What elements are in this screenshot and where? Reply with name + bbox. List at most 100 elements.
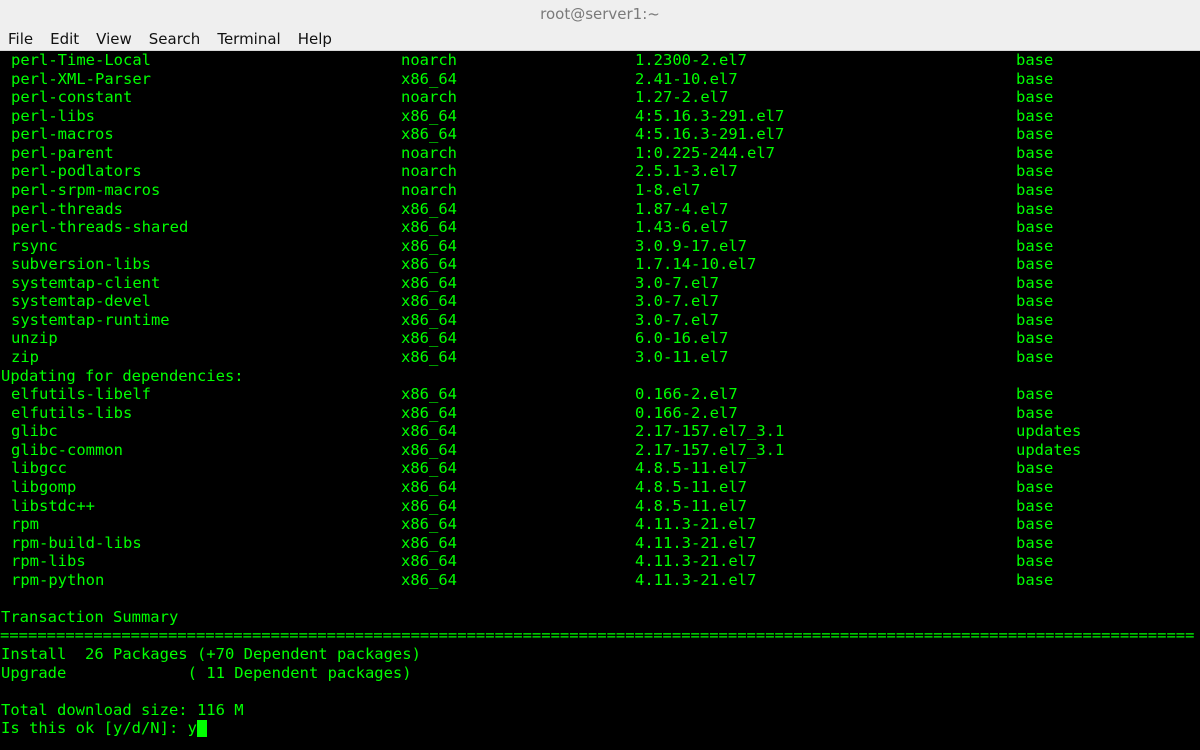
package-repo: base xyxy=(1016,385,1054,404)
package-row: perl-Time-Local noarch 1.2300-2.el7 base xyxy=(0,51,1200,70)
package-row: systemtap-client x86_64 3.0-7.el7 base xyxy=(0,274,1200,293)
package-row: glibc-common x86_64 2.17-157.el7_3.1 update… xyxy=(0,441,1200,460)
package-repo: base xyxy=(1016,459,1054,478)
package-row: glibc x86_64 2.17-157.el7_3.1 updates xyxy=(0,422,1200,441)
package-name: perl-parent xyxy=(11,143,114,162)
menu-search[interactable]: Search xyxy=(149,30,201,48)
package-arch: x86_64 xyxy=(401,236,457,255)
menu-view[interactable]: View xyxy=(96,30,132,48)
package-name: rpm-libs xyxy=(11,552,86,571)
package-version: 1-8.el7 xyxy=(635,180,701,199)
package-version: 1.27-2.el7 xyxy=(635,88,729,107)
package-row: subversion-libs x86_64 1.7.14-10.el7 base xyxy=(0,255,1200,274)
package-version: 4:5.16.3-291.el7 xyxy=(635,125,785,144)
package-repo: base xyxy=(1016,218,1054,237)
package-row: elfutils-libs x86_64 0.166-2.el7 base xyxy=(0,404,1200,423)
package-arch: x86_64 xyxy=(401,273,457,292)
upgrade-line: Upgrade ( 11 Dependent packages) xyxy=(0,664,1200,683)
package-name: elfutils-libelf xyxy=(11,385,151,404)
package-name: perl-libs xyxy=(11,106,95,125)
package-row: rpm-libs x86_64 4.11.3-21.el7 base xyxy=(0,552,1200,571)
package-arch: x86_64 xyxy=(401,292,457,311)
package-row: libgcc x86_64 4.8.5-11.el7 base xyxy=(0,459,1200,478)
package-repo: updates xyxy=(1016,440,1082,459)
package-arch: x86_64 xyxy=(401,385,457,404)
package-arch: x86_64 xyxy=(401,477,457,496)
package-repo: base xyxy=(1016,273,1054,292)
menu-terminal[interactable]: Terminal xyxy=(217,30,280,48)
menu-file[interactable]: File xyxy=(8,30,33,48)
package-version: 2.5.1-3.el7 xyxy=(635,162,738,181)
package-repo: base xyxy=(1016,403,1054,422)
package-repo: base xyxy=(1016,329,1054,348)
package-row: libstdc++ x86_64 4.8.5-11.el7 base xyxy=(0,497,1200,516)
package-version: 4.8.5-11.el7 xyxy=(635,477,747,496)
package-repo: base xyxy=(1016,125,1054,144)
package-version: 1.2300-2.el7 xyxy=(635,51,747,69)
package-name: unzip xyxy=(11,329,58,348)
package-repo: base xyxy=(1016,515,1054,534)
package-row: perl-srpm-macros noarch 1-8.el7 base xyxy=(0,181,1200,200)
package-repo: updates xyxy=(1016,422,1082,441)
menu-bar: File Edit View Search Terminal Help xyxy=(0,28,1200,51)
package-arch: x86_64 xyxy=(401,533,457,552)
package-row: zip x86_64 3.0-11.el7 base xyxy=(0,348,1200,367)
terminal-output[interactable]: perl-Time-Local noarch 1.2300-2.el7 base per… xyxy=(0,51,1200,750)
package-name: rpm-python xyxy=(11,570,105,589)
package-arch: x86_64 xyxy=(401,125,457,144)
package-version: 4.11.3-21.el7 xyxy=(635,515,757,534)
section-header-line: Updating for dependencies: xyxy=(0,367,1200,386)
package-arch: x86_64 xyxy=(401,106,457,125)
package-repo: base xyxy=(1016,533,1054,552)
package-version: 2.17-157.el7_3.1 xyxy=(635,440,785,459)
package-name: perl-XML-Parser xyxy=(11,69,151,88)
package-name: libgomp xyxy=(11,477,77,496)
window-title: root@server1:~ xyxy=(540,5,660,23)
package-repo: base xyxy=(1016,496,1054,515)
package-repo: base xyxy=(1016,292,1054,311)
package-row: perl-constant noarch 1.27-2.el7 base xyxy=(0,88,1200,107)
package-arch: x86_64 xyxy=(401,570,457,589)
upgrade-summary: Upgrade ( 11 Dependent packages) xyxy=(1,663,412,682)
package-arch: x86_64 xyxy=(401,459,457,478)
package-name: glibc xyxy=(11,422,58,441)
package-arch: x86_64 xyxy=(401,422,457,441)
package-arch: x86_64 xyxy=(401,69,457,88)
package-version: 0.166-2.el7 xyxy=(635,385,738,404)
package-arch: x86_64 xyxy=(401,348,457,366)
package-row: perl-threads-shared x86_64 1.43-6.el7 base xyxy=(0,218,1200,237)
package-row: perl-threads x86_64 1.87-4.el7 base xyxy=(0,200,1200,219)
package-arch: x86_64 xyxy=(401,440,457,459)
package-version: 1:0.225-244.el7 xyxy=(635,143,775,162)
package-name: libstdc++ xyxy=(11,496,95,515)
package-version: 4.11.3-21.el7 xyxy=(635,533,757,552)
summary-title: Transaction Summary xyxy=(1,607,179,626)
package-version: 1.7.14-10.el7 xyxy=(635,255,757,274)
package-name: libgcc xyxy=(11,459,67,478)
package-version: 4.11.3-21.el7 xyxy=(635,570,757,589)
separator-line: ========================================… xyxy=(0,626,1200,645)
prompt-input[interactable]: y xyxy=(188,719,197,737)
package-arch: x86_64 xyxy=(401,496,457,515)
package-row: systemtap-devel x86_64 3.0-7.el7 base xyxy=(0,292,1200,311)
menu-edit[interactable]: Edit xyxy=(50,30,79,48)
package-version: 3.0-11.el7 xyxy=(635,348,729,366)
package-repo: base xyxy=(1016,88,1054,107)
package-version: 2.17-157.el7_3.1 xyxy=(635,422,785,441)
package-name: systemtap-devel xyxy=(11,292,151,311)
package-arch: x86_64 xyxy=(401,255,457,274)
package-name: perl-threads-shared xyxy=(11,218,189,237)
menu-help[interactable]: Help xyxy=(298,30,332,48)
package-arch: x86_64 xyxy=(401,552,457,571)
package-name: rsync xyxy=(11,236,58,255)
package-version: 3.0-7.el7 xyxy=(635,310,719,329)
package-name: perl-srpm-macros xyxy=(11,180,161,199)
package-version: 2.41-10.el7 xyxy=(635,69,738,88)
package-version: 4.8.5-11.el7 xyxy=(635,496,747,515)
package-repo: base xyxy=(1016,236,1054,255)
updating-header: Updating for dependencies: xyxy=(1,366,244,385)
package-row: rpm-python x86_64 4.11.3-21.el7 base xyxy=(0,571,1200,590)
package-arch: noarch xyxy=(401,180,457,199)
package-row: systemtap-runtime x86_64 3.0-7.el7 base xyxy=(0,311,1200,330)
